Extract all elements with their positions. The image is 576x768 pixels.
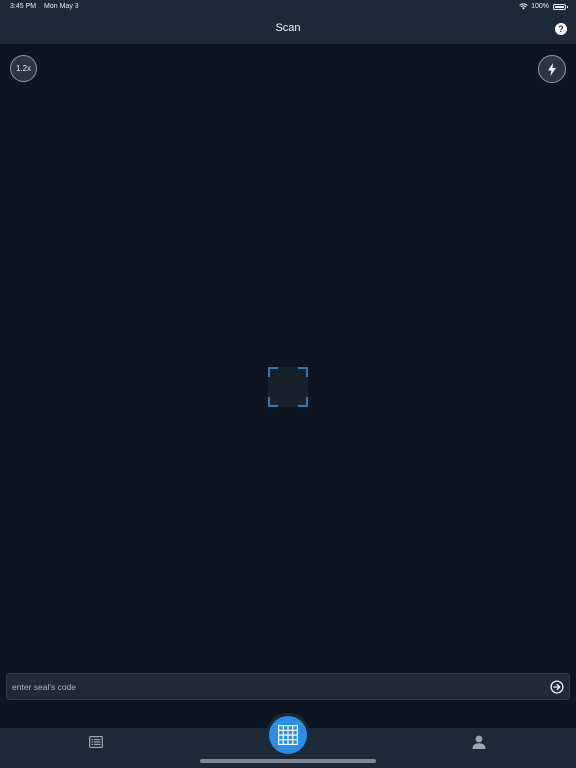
frame-corner-top-right xyxy=(298,367,308,377)
frame-corner-bottom-left xyxy=(268,397,278,407)
arrow-right-circle-icon[interactable] xyxy=(550,680,564,694)
zoom-button[interactable]: 1.2x xyxy=(10,55,37,82)
nav-bar: Scan ? xyxy=(0,14,576,44)
status-bar: 3:45 PM Mon May 3 100% xyxy=(0,0,576,14)
tab-scan-button[interactable] xyxy=(269,716,307,754)
home-indicator xyxy=(200,759,376,763)
battery-percent: 100% xyxy=(531,3,549,10)
scan-target-frame xyxy=(268,367,308,407)
status-date: Mon May 3 xyxy=(44,3,79,10)
help-button[interactable]: ? xyxy=(555,23,567,35)
frame-corner-top-left xyxy=(268,367,278,377)
seal-code-input[interactable] xyxy=(12,674,532,699)
seal-code-field xyxy=(6,673,570,700)
status-time-date: 3:45 PM Mon May 3 xyxy=(10,3,79,10)
list-icon[interactable] xyxy=(89,736,103,748)
wifi-icon xyxy=(519,3,528,10)
page-title: Scan xyxy=(275,22,301,34)
lightning-icon xyxy=(548,62,556,76)
frame-corner-bottom-right xyxy=(298,397,308,407)
status-time: 3:45 PM xyxy=(10,3,37,10)
person-icon[interactable] xyxy=(472,735,486,749)
grid-icon xyxy=(278,725,298,745)
flash-button[interactable] xyxy=(538,55,566,83)
battery-icon xyxy=(553,3,568,10)
status-indicators: 100% xyxy=(519,3,568,10)
